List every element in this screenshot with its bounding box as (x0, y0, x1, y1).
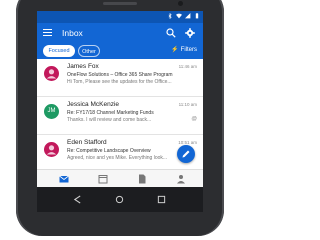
calendar-icon[interactable] (98, 174, 108, 184)
email-time: 11:46 am (178, 64, 197, 69)
email-preview: Agreed, nice and yes Mike. Everything lo… (67, 155, 168, 161)
system-navigation-bar (37, 187, 203, 212)
search-icon[interactable] (166, 28, 176, 38)
email-row-jessica-mckenzie[interactable]: JM Jessica McKenzie 11:10 am Re: FY17/18… (37, 97, 203, 135)
signal-icon (185, 13, 191, 19)
page-title: Inbox (62, 28, 83, 38)
email-sender: Jessica McKenzie (67, 101, 120, 108)
filter-icon: ⚡ (171, 47, 179, 53)
email-row-james-fox[interactable]: James Fox 11:46 am OneFlow Solutions – O… (37, 59, 203, 97)
person-avatar-icon (46, 69, 57, 79)
email-time: 11:10 am (178, 102, 197, 107)
email-preview: Hi Tom, Please see the updates for the O… (67, 79, 172, 85)
compose-button[interactable] (177, 145, 195, 163)
people-icon[interactable] (176, 174, 186, 184)
email-preview: Thanks. I will review and come back... (67, 117, 152, 123)
mail-icon[interactable] (59, 174, 69, 184)
email-subject: Re: FY17/18 Channel Marketing Funds (67, 110, 154, 116)
phone-screen: Inbox Focused Other ⚡ Filters James Fox (37, 11, 203, 212)
email-sender: James Fox (67, 63, 99, 70)
mention-icon: @ (191, 116, 197, 122)
files-icon[interactable] (137, 174, 147, 184)
wifi-icon (176, 13, 182, 19)
gear-icon[interactable] (185, 28, 195, 38)
speaker-grille (103, 2, 137, 5)
filters-button[interactable]: ⚡ Filters (171, 46, 197, 54)
status-bar (37, 11, 203, 23)
tab-focused[interactable]: Focused (43, 45, 75, 57)
recents-icon[interactable] (157, 195, 166, 204)
menu-icon[interactable] (43, 29, 52, 37)
email-sender: Eden Stafford (67, 139, 107, 146)
filters-label: Filters (180, 46, 197, 53)
avatar: JM (44, 104, 59, 119)
back-icon[interactable] (73, 195, 82, 204)
front-camera (178, 1, 183, 6)
bottom-navigation (37, 169, 203, 187)
avatar (44, 142, 59, 157)
person-avatar-icon (46, 145, 57, 155)
tab-other[interactable]: Other (78, 45, 100, 57)
home-icon[interactable] (115, 195, 124, 204)
bluetooth-icon (168, 13, 172, 19)
inbox-tab-bar: Focused Other ⚡ Filters (37, 43, 203, 59)
email-subject: OneFlow Solutions – Office 365 Share Pro… (67, 72, 173, 78)
app-bar: Inbox (37, 23, 203, 43)
pencil-icon (182, 150, 190, 158)
avatar (44, 66, 59, 81)
battery-icon (195, 13, 199, 19)
